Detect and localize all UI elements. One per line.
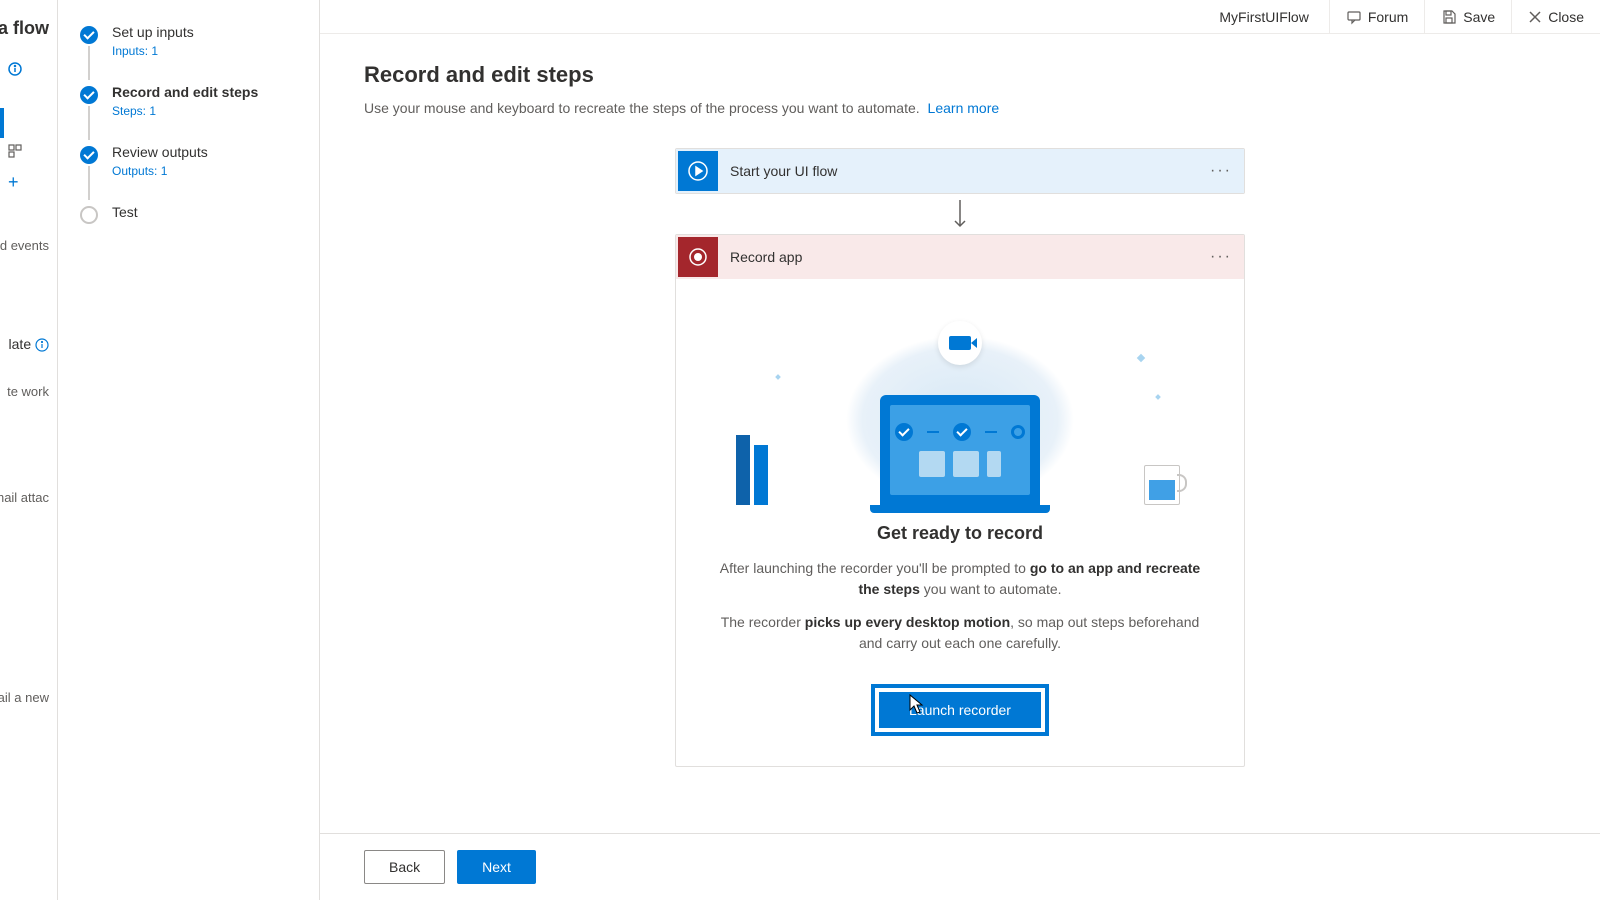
step-check-icon — [80, 86, 98, 104]
grid-icon — [8, 144, 22, 161]
flow-column: Start your UI flow ··· Record app ··· — [675, 148, 1245, 813]
step-title: Review outputs — [112, 144, 297, 160]
illustration — [716, 305, 1204, 505]
bg-item1: nated events — [0, 238, 49, 253]
step-title: Record and edit steps — [112, 84, 297, 100]
page-description: Use your mouse and keyboard to recreate … — [364, 100, 1556, 116]
step-check-icon — [80, 146, 98, 164]
card-header[interactable]: Record app ··· — [676, 235, 1244, 279]
camera-icon — [938, 321, 982, 365]
main-header: Record and edit steps Use your mouse and… — [320, 34, 1600, 128]
step-inputs[interactable]: Set up inputs Inputs: 1 — [80, 24, 297, 84]
record-body: Get ready to record After launching the … — [676, 279, 1244, 766]
flow-name: MyFirstUIFlow — [1199, 9, 1328, 25]
main-content: Record and edit steps Use your mouse and… — [320, 34, 1600, 900]
bg-item3: te work — [7, 384, 49, 399]
launch-highlight: Launch recorder — [871, 684, 1049, 736]
play-icon — [678, 151, 718, 191]
bg-item5: email a new — [0, 690, 49, 705]
step-title: Test — [112, 204, 297, 220]
start-flow-card[interactable]: Start your UI flow ··· — [675, 148, 1245, 194]
save-icon — [1441, 9, 1457, 25]
next-button[interactable]: Next — [457, 850, 536, 884]
bg-item2: late — [9, 336, 49, 352]
step-record[interactable]: Record and edit steps Steps: 1 — [80, 84, 297, 144]
step-outputs[interactable]: Review outputs Outputs: 1 — [80, 144, 297, 204]
record-body-p1: After launching the recorder you'll be p… — [716, 558, 1204, 600]
close-button[interactable]: Close — [1511, 0, 1600, 33]
step-empty-icon — [80, 206, 98, 224]
record-body-p2: The recorder picks up every desktop moti… — [716, 612, 1204, 654]
save-button[interactable]: Save — [1424, 0, 1511, 33]
record-body-title: Get ready to record — [716, 523, 1204, 544]
back-button[interactable]: Back — [364, 850, 445, 884]
launch-recorder-button[interactable]: Launch recorder — [879, 692, 1041, 728]
bg-item4: mail attac — [0, 490, 49, 505]
bg-title-fragment: ake a flow — [0, 18, 49, 39]
flow-canvas: Start your UI flow ··· Record app ··· — [320, 128, 1600, 833]
background-panel: ake a flow + nated events late te work m… — [0, 0, 58, 900]
active-indicator — [0, 108, 4, 138]
page-title: Record and edit steps — [364, 62, 1556, 88]
plus-icon: + — [8, 172, 19, 193]
step-test[interactable]: Test — [80, 204, 297, 220]
record-app-card: Record app ··· — [675, 234, 1245, 767]
step-sub: Inputs: 1 — [112, 44, 297, 58]
card-label: Record app — [720, 249, 1198, 265]
step-sub: Steps: 1 — [112, 104, 297, 118]
forum-button[interactable]: Forum — [1329, 0, 1424, 33]
info-icon — [8, 62, 22, 79]
more-menu[interactable]: ··· — [1198, 248, 1244, 266]
step-title: Set up inputs — [112, 24, 297, 40]
step-sub: Outputs: 1 — [112, 164, 297, 178]
topbar: MyFirstUIFlow Forum Save Close — [320, 0, 1600, 34]
footer: Back Next — [320, 833, 1600, 900]
record-icon — [678, 237, 718, 277]
step-check-icon — [80, 26, 98, 44]
card-label: Start your UI flow — [720, 163, 1198, 179]
stepper-sidebar: Set up inputs Inputs: 1 Record and edit … — [58, 0, 320, 900]
card-header: Start your UI flow ··· — [676, 149, 1244, 193]
learn-more-link[interactable]: Learn more — [928, 100, 1000, 116]
close-icon — [1528, 10, 1542, 24]
more-menu[interactable]: ··· — [1198, 162, 1244, 180]
chat-icon — [1346, 9, 1362, 25]
arrow-down-icon — [675, 194, 1245, 234]
